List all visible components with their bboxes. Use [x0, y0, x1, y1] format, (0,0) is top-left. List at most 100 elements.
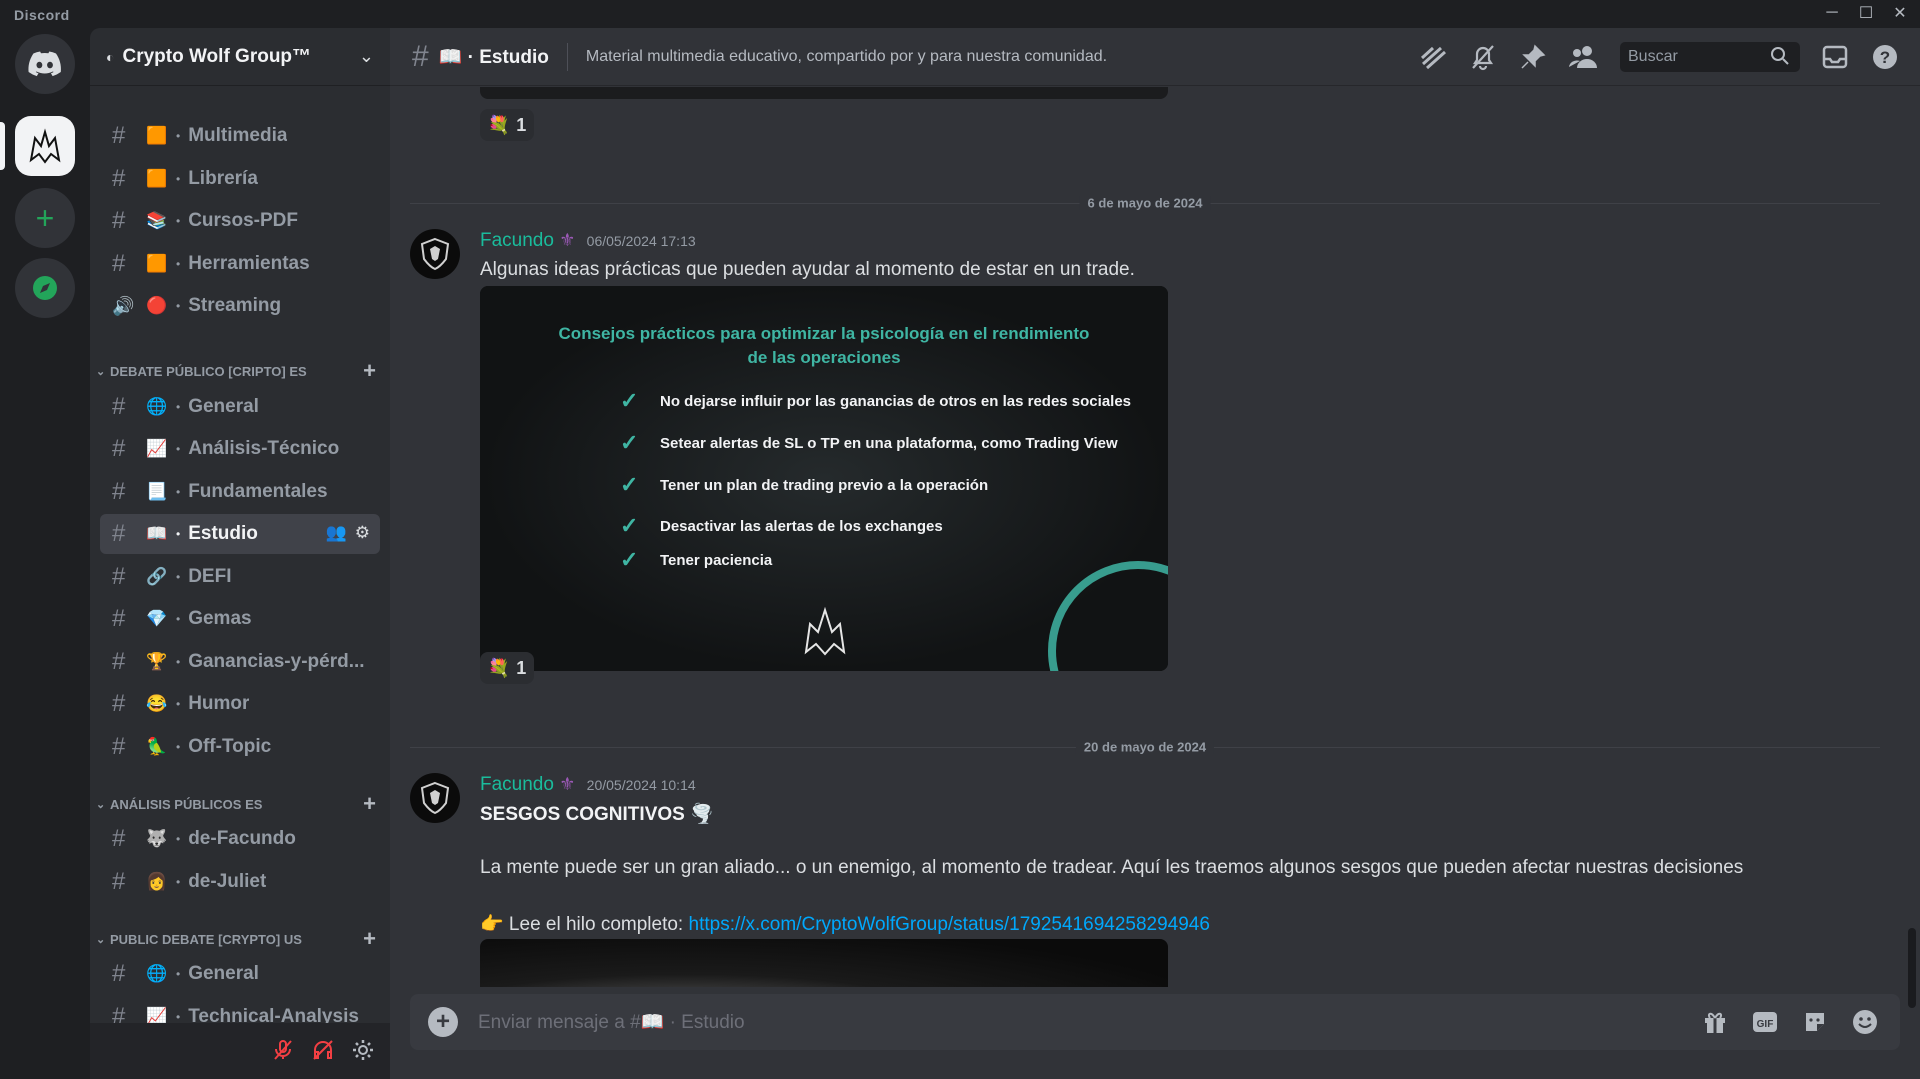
channel-settings-gear-icon[interactable]: ⚙ [355, 523, 370, 543]
channel-title: 📖 · Estudio [438, 46, 549, 68]
image-heading-line-1: Consejos prácticos para optimizar la psi… [558, 324, 1090, 343]
explore-servers-icon[interactable] [15, 258, 75, 318]
help-icon[interactable]: ? [1868, 40, 1902, 74]
author-name[interactable]: Facundo [480, 774, 554, 795]
gift-icon[interactable] [1700, 1007, 1730, 1037]
member-list-icon[interactable] [1566, 40, 1600, 74]
message-list: 💐 1 6 de mayo de 2024 Facundo ⚜ 06/05/202… [390, 87, 1920, 987]
channel-item[interactable]: # 🌐 • General [100, 954, 380, 994]
svg-text:?: ? [1880, 48, 1890, 67]
svg-text:GIF: GIF [1757, 1019, 1774, 1030]
attach-plus-icon[interactable]: + [428, 1007, 458, 1037]
category-header[interactable]: ⌄ PUBLIC DEBATE [CRYPTO] US + [96, 926, 386, 952]
channel-item[interactable]: # 🏆 • Ganancias-y-pérd... [100, 642, 380, 682]
channel-label: Herramientas [188, 253, 310, 274]
channel-emoji-icon: 🟧 [146, 254, 168, 273]
create-invite-icon[interactable]: 👥 [326, 523, 347, 543]
channel-separator: • [176, 257, 181, 271]
app-title: Discord [14, 7, 70, 23]
avatar[interactable] [410, 773, 460, 823]
user-settings-gear-icon[interactable] [348, 1035, 378, 1065]
thread-link[interactable]: https://x.com/CryptoWolfGroup/status/179… [689, 914, 1210, 935]
create-channel-plus-icon[interactable]: + [363, 926, 376, 952]
channel-hash-icon: # [112, 435, 126, 462]
search-icon [1770, 46, 1790, 71]
message-title: SESGOS COGNITIVOS 🌪️ [480, 804, 714, 825]
channel-topic[interactable]: Material multimedia educativo, compartid… [586, 48, 1107, 66]
server-header[interactable]: ◐ Crypto Wolf Group™ ⌄ [90, 28, 390, 86]
reaction-button[interactable]: 💐 1 [480, 652, 534, 684]
fleur-de-lis-badge-icon: ⚜ [559, 774, 576, 794]
add-server-icon[interactable]: + [15, 188, 75, 248]
scrollbar[interactable] [1908, 928, 1916, 1008]
image-attachment[interactable]: Consejos prácticos para optimizar la psi… [480, 286, 1168, 671]
channel-item[interactable]: # 📖 • Estudio 👥 ⚙ [100, 514, 380, 554]
channel-hash-icon: # [112, 563, 126, 590]
threads-icon[interactable] [1416, 40, 1450, 74]
channel-separator: • [176, 740, 181, 754]
fleur-de-lis-badge-icon: ⚜ [559, 230, 576, 250]
channel-item[interactable]: # 💎 • Gemas [100, 599, 380, 639]
image-attachment[interactable] [480, 939, 1168, 987]
emoji-picker-icon[interactable] [1850, 1007, 1880, 1037]
message-composer[interactable]: + Enviar mensaje a #📖 · Estudio GIF [410, 994, 1900, 1050]
channel-emoji-icon: 🌐 [146, 964, 168, 983]
tip-text: Tener paciencia [660, 551, 773, 569]
channel-emoji-icon: 💎 [146, 609, 168, 628]
chevron-down-icon: ⌄ [358, 46, 374, 66]
discord-home-icon[interactable] [15, 34, 75, 94]
channel-label: General [188, 963, 259, 984]
channel-separator: • [176, 299, 181, 313]
maximize-icon[interactable]: ☐ [1852, 2, 1880, 24]
channel-item[interactable]: # 🟧 • Multimedia [100, 116, 380, 156]
channel-separator: • [176, 442, 181, 456]
reaction-button[interactable]: 💐 1 [480, 109, 534, 141]
reaction-emoji-icon: 💐 [487, 657, 511, 678]
sticker-icon[interactable] [1800, 1007, 1830, 1037]
message-author[interactable]: Facundo ⚜ 20/05/2024 10:14 [480, 774, 696, 796]
category-header[interactable]: ⌄ DEBATE PÚBLICO [CRIPTO] ES + [96, 358, 386, 384]
message-author[interactable]: Facundo ⚜ 06/05/2024 17:13 [480, 230, 696, 252]
category-header[interactable]: ⌄ ANÁLISIS PÚBLICOS ES + [96, 791, 386, 817]
crypto-wolf-server-icon[interactable] [15, 116, 75, 176]
channel-item[interactable]: # 🔗 • DEFI [100, 557, 380, 597]
microphone-muted-icon[interactable] [268, 1035, 298, 1065]
channel-separator: • [176, 570, 181, 584]
channel-label: DEFI [188, 566, 232, 587]
close-icon[interactable]: ✕ [1886, 2, 1914, 24]
gif-icon[interactable]: GIF [1750, 1007, 1780, 1037]
channel-item[interactable]: 🔊 🔴 • Streaming [100, 286, 380, 326]
channel-label: Cursos-PDF [188, 210, 298, 231]
pinned-messages-icon[interactable] [1516, 40, 1550, 74]
avatar[interactable] [410, 229, 460, 279]
tip-item: ✓ Tener un plan de trading previo a la op… [620, 472, 988, 498]
channel-item[interactable]: # 🌐 • General [100, 387, 380, 427]
notifications-muted-icon[interactable] [1466, 40, 1500, 74]
channel-item[interactable]: # 👩 • de-Juliet [100, 862, 380, 902]
composer-input[interactable]: Enviar mensaje a #📖 · Estudio [478, 1010, 745, 1034]
tip-item: ✓ Tener paciencia [620, 547, 772, 573]
channel-item[interactable]: # 🐺 • de-Facundo [100, 819, 380, 859]
create-channel-plus-icon[interactable]: + [363, 358, 376, 384]
channel-item[interactable]: # 🟧 • Herramientas [100, 244, 380, 284]
channel-item[interactable]: # 📚 • Cursos-PDF [100, 201, 380, 241]
author-name[interactable]: Facundo [480, 230, 554, 251]
channel-separator: • [176, 172, 181, 186]
inbox-icon[interactable] [1818, 40, 1852, 74]
channel-item[interactable]: # 🦜 • Off-Topic [100, 727, 380, 767]
minimize-icon[interactable]: ─ [1818, 2, 1846, 24]
message-link-line: 👉 Lee el hilo completo: https://x.com/Cr… [480, 912, 1210, 936]
channel-label: Librería [188, 168, 258, 189]
search-input[interactable]: Buscar [1620, 42, 1800, 72]
channel-separator: • [176, 485, 181, 499]
channel-item[interactable]: # 📈 • Análisis-Técnico [100, 429, 380, 469]
channel-separator: • [176, 875, 181, 889]
channel-item[interactable]: # 🟧 • Librería [100, 159, 380, 199]
header-divider [566, 42, 568, 71]
create-channel-plus-icon[interactable]: + [363, 791, 376, 817]
channel-item[interactable]: # 📃 • Fundamentales [100, 472, 380, 512]
previous-image-attachment[interactable] [480, 87, 1168, 99]
channel-emoji-icon: 🦜 [146, 737, 168, 756]
channel-item[interactable]: # 😂 • Humor [100, 684, 380, 724]
deafen-muted-icon[interactable] [308, 1035, 338, 1065]
